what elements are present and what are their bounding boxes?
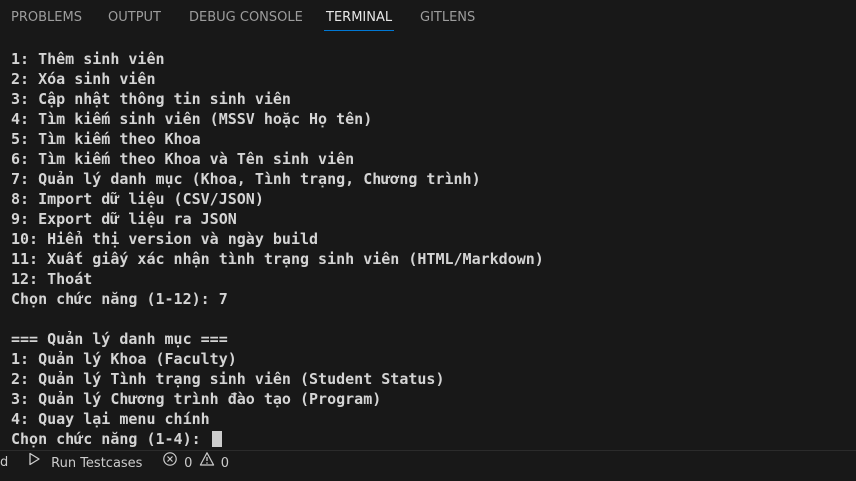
terminal-line: 4: Quay lại menu chính — [11, 410, 210, 428]
terminal-line: 9: Export dữ liệu ra JSON — [11, 210, 237, 228]
terminal-line: 4: Tìm kiếm sinh viên (MSSV hoặc Họ tên) — [11, 110, 373, 128]
status-bar: d Run Testcases 0 0 — [0, 450, 856, 481]
active-tab-indicator — [324, 30, 395, 31]
warning-triangle-icon — [199, 451, 215, 476]
terminal-line: 1: Thêm sinh viên — [11, 50, 165, 68]
play-icon — [26, 451, 42, 476]
terminal-line: 8: Import dữ liệu (CSV/JSON) — [11, 190, 264, 208]
run-testcases-button[interactable]: Run Testcases — [26, 451, 142, 478]
status-item-truncated[interactable]: d — [0, 451, 8, 478]
tab-terminal[interactable]: TERMINAL — [324, 9, 395, 31]
terminal-line: === Quản lý danh mục === — [11, 330, 228, 348]
terminal-line: 6: Tìm kiếm theo Khoa và Tên sinh viên — [11, 150, 355, 168]
tab-label: OUTPUT — [108, 10, 161, 25]
terminal-line: 10: Hiển thị version và ngày build — [11, 230, 319, 248]
terminal-line: 2: Xóa sinh viên — [11, 70, 156, 88]
warnings-count: 0 — [220, 456, 229, 471]
terminal-line: Chọn chức năng (1-12): 7 — [11, 290, 228, 308]
error-circle-icon — [162, 451, 178, 476]
tab-gitlens[interactable]: GITLENS — [420, 9, 475, 31]
terminal-prompt-line[interactable]: Chọn chức năng (1-4): — [11, 429, 851, 449]
terminal-line: 7: Quản lý danh mục (Khoa, Tình trạng, C… — [11, 170, 481, 188]
terminal-cursor — [211, 431, 222, 447]
tab-label: PROBLEMS — [11, 10, 82, 25]
panel-tab-bar: PROBLEMS OUTPUT DEBUG CONSOLE TERMINAL G… — [0, 0, 856, 35]
tab-label: DEBUG CONSOLE — [189, 10, 303, 25]
status-fragment: d — [0, 455, 9, 470]
problems-status-button[interactable]: 0 0 — [162, 451, 229, 478]
tab-label: TERMINAL — [326, 10, 393, 25]
terminal-line: 12: Thoát — [11, 270, 93, 288]
terminal-line: 2: Quản lý Tình trạng sinh viên (Student… — [11, 370, 445, 388]
terminal-prompt: Chọn chức năng (1-4): — [11, 430, 210, 448]
tab-problems[interactable]: PROBLEMS — [11, 9, 82, 31]
run-testcases-label: Run Testcases — [51, 456, 143, 471]
tab-label: GITLENS — [420, 10, 476, 25]
tab-debug-console[interactable]: DEBUG CONSOLE — [189, 9, 303, 31]
terminal-output[interactable]: 1: Thêm sinh viên 2: Xóa sinh viên 3: Cậ… — [11, 49, 851, 449]
terminal-line: 11: Xuất giấy xác nhận tình trạng sinh v… — [11, 250, 544, 268]
terminal-line: 3: Cập nhật thông tin sinh viên — [11, 90, 291, 108]
terminal-line: 5: Tìm kiếm theo Khoa — [11, 130, 201, 148]
terminal-line: 3: Quản lý Chương trình đào tạo (Program… — [11, 390, 382, 408]
vscode-panel: PROBLEMS OUTPUT DEBUG CONSOLE TERMINAL G… — [0, 0, 856, 481]
terminal-line: 1: Quản lý Khoa (Faculty) — [11, 350, 237, 368]
tab-output[interactable]: OUTPUT — [108, 9, 161, 31]
errors-count: 0 — [184, 456, 193, 471]
